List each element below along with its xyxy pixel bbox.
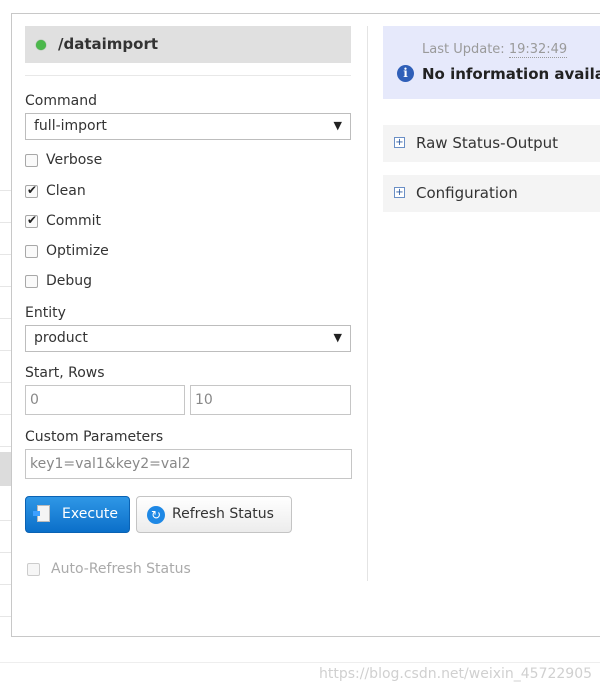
divider — [0, 662, 600, 663]
column-divider — [367, 26, 368, 581]
entity-label: Entity — [25, 305, 66, 321]
configuration-label: Configuration — [416, 184, 518, 202]
chevron-down-icon: ▼ — [333, 331, 342, 344]
clean-checkbox[interactable]: ✔ — [25, 183, 38, 198]
start-input[interactable]: 0 — [25, 385, 185, 415]
optimize-label: Optimize — [46, 243, 109, 259]
configuration-section[interactable]: + Configuration — [383, 175, 600, 212]
header-divider — [25, 75, 351, 76]
status-info-box: Last Update: 19:32:49 i No information a… — [383, 26, 600, 99]
auto-refresh-checkbox[interactable] — [27, 563, 40, 576]
entity-select-value: product — [34, 330, 88, 346]
checkmark-icon: ✔ — [27, 213, 38, 227]
info-icon: i — [397, 65, 414, 82]
custom-params-label: Custom Parameters — [25, 429, 164, 445]
expand-icon: + — [394, 187, 405, 198]
page-title: /dataimport — [58, 35, 159, 53]
raw-status-output-label: Raw Status-Output — [416, 134, 559, 152]
chevron-down-icon: ▼ — [333, 119, 342, 132]
debug-checkbox[interactable] — [25, 275, 38, 288]
verbose-label: Verbose — [46, 152, 103, 168]
debug-label: Debug — [46, 273, 93, 289]
last-update-label: Last Update: — [422, 42, 505, 57]
raw-status-output-section[interactable]: + Raw Status-Output — [383, 125, 600, 162]
checkmark-icon: ✔ — [27, 183, 38, 197]
start-rows-label: Start, Rows — [25, 365, 105, 381]
commit-checkbox[interactable]: ✔ — [25, 213, 38, 228]
import-icon — [33, 505, 50, 522]
background-page-edge — [0, 0, 11, 693]
execute-label: Execute — [62, 506, 118, 522]
last-update-time: 19:32:49 — [508, 42, 568, 58]
refresh-status-button[interactable]: ↻ Refresh Status — [136, 496, 292, 533]
execute-button[interactable]: Execute — [25, 496, 130, 533]
command-select-value: full-import — [34, 118, 107, 134]
clean-label: Clean — [46, 183, 86, 199]
entity-select[interactable]: product ▼ — [25, 325, 351, 352]
status-dot-icon — [36, 40, 46, 50]
rows-input[interactable]: 10 — [190, 385, 351, 415]
optimize-checkbox[interactable] — [25, 245, 38, 258]
command-select[interactable]: full-import ▼ — [25, 113, 351, 140]
custom-params-input[interactable]: key1=val1&key2=val2 — [25, 449, 352, 479]
status-message: No information availa — [422, 65, 600, 83]
auto-refresh-label: Auto-Refresh Status — [51, 561, 191, 577]
commit-label: Commit — [46, 213, 101, 229]
command-label: Command — [25, 93, 97, 109]
verbose-checkbox[interactable] — [25, 154, 38, 167]
last-update: Last Update: 19:32:49 — [422, 42, 568, 58]
expand-icon: + — [394, 137, 405, 148]
refresh-icon: ↻ — [147, 506, 165, 524]
watermark: https://blog.csdn.net/weixin_45722905 — [319, 666, 593, 682]
refresh-label: Refresh Status — [172, 506, 274, 522]
